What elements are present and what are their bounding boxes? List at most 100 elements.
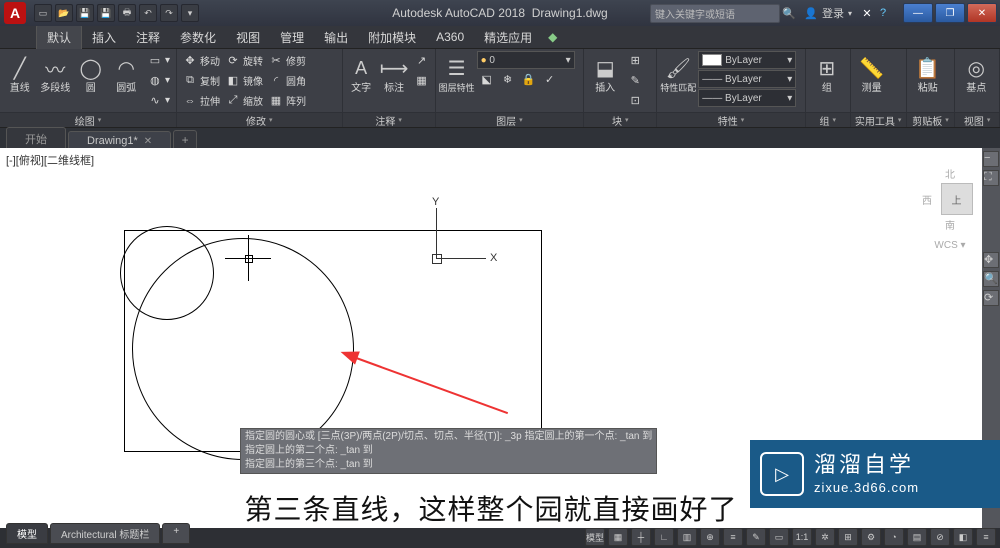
- polyline-button[interactable]: 〰多段线: [38, 51, 71, 94]
- measure-button[interactable]: 📏测量: [854, 51, 890, 94]
- nav-orbit-icon[interactable]: ⟳: [983, 290, 999, 306]
- help-icon[interactable]: ?: [876, 6, 890, 20]
- status-osnap-icon[interactable]: ⊕: [700, 528, 720, 546]
- circle-button[interactable]: ◯圆: [74, 51, 107, 94]
- scale-button[interactable]: ⤢缩放: [223, 91, 266, 110]
- move-button[interactable]: ✥移动: [180, 51, 223, 70]
- attr-block-button[interactable]: ⊡: [625, 91, 645, 110]
- fillet-button[interactable]: ◜圆角: [266, 71, 309, 90]
- tab-output[interactable]: 输出: [314, 26, 358, 49]
- tab-a360[interactable]: A360: [426, 27, 474, 47]
- layout-tab-arch[interactable]: Architectural 标题栏: [50, 523, 160, 544]
- insert-block-button[interactable]: ⬓插入: [587, 51, 623, 94]
- status-gear-icon[interactable]: ⚙: [861, 528, 881, 546]
- new-tab-button[interactable]: +: [173, 130, 197, 150]
- text-button[interactable]: A文字: [346, 51, 377, 94]
- tab-view[interactable]: 视图: [226, 26, 270, 49]
- stretch-button[interactable]: ⇔拉伸: [180, 91, 223, 110]
- nav-full-icon[interactable]: ⛶: [983, 170, 999, 186]
- copy-button[interactable]: ⧉复制: [180, 71, 223, 90]
- status-ws-icon[interactable]: ⊞: [838, 528, 858, 546]
- status-model[interactable]: 模型: [585, 528, 605, 546]
- help-search-input[interactable]: 键入关键字或短语: [650, 4, 780, 23]
- create-block-button[interactable]: ⊞: [625, 51, 645, 70]
- status-clean-icon[interactable]: ◧: [953, 528, 973, 546]
- panel-title-group[interactable]: 组: [806, 112, 850, 127]
- saveas-icon[interactable]: 💾: [97, 4, 115, 22]
- navcube-top[interactable]: 上: [941, 183, 973, 215]
- panel-title-block[interactable]: 块: [584, 112, 656, 127]
- status-lwt-icon[interactable]: ▭: [769, 528, 789, 546]
- edit-block-button[interactable]: ✎: [625, 71, 645, 90]
- status-custom-icon[interactable]: ≡: [976, 528, 996, 546]
- panel-title-layers[interactable]: 图层: [436, 112, 584, 127]
- status-dyn-icon[interactable]: ✎: [746, 528, 766, 546]
- status-otrack-icon[interactable]: ≡: [723, 528, 743, 546]
- rect-button[interactable]: ▭▾: [145, 51, 173, 70]
- qat-more-icon[interactable]: ▾: [181, 4, 199, 22]
- mirror-button[interactable]: ◧镜像: [223, 71, 266, 90]
- paste-button[interactable]: 📋粘贴: [910, 51, 946, 94]
- layer-tool1[interactable]: ⬕: [477, 70, 497, 89]
- search-icon[interactable]: 🔍: [782, 6, 796, 20]
- minimize-button[interactable]: —: [903, 3, 933, 23]
- panel-title-draw[interactable]: 绘图: [0, 112, 176, 127]
- array-button[interactable]: ▦阵列: [266, 91, 309, 110]
- panel-title-props[interactable]: 特性: [657, 112, 805, 127]
- tab-annotate[interactable]: 注释: [126, 26, 170, 49]
- close-button[interactable]: ✕: [967, 3, 997, 23]
- view-cube[interactable]: 北 西 上 南 WCS ▾: [922, 166, 978, 251]
- hatch-button[interactable]: ◍▾: [145, 71, 173, 90]
- linetype-dropdown[interactable]: —— ByLayer▾: [698, 89, 796, 107]
- trim-button[interactable]: ✂修剪: [266, 51, 309, 70]
- plot-icon[interactable]: 🖶: [118, 4, 136, 22]
- arc-button[interactable]: ◠圆弧: [109, 51, 142, 94]
- panel-title-util[interactable]: 实用工具: [851, 112, 906, 127]
- layer-props-button[interactable]: ☰图层特性: [439, 51, 475, 94]
- layer-tool3[interactable]: 🔒: [519, 70, 539, 89]
- tab-addins[interactable]: 附加模块: [358, 26, 426, 49]
- line-button[interactable]: ╱直线: [3, 51, 36, 94]
- close-tab-icon[interactable]: ✕: [144, 136, 152, 147]
- new-icon[interactable]: ▭: [34, 4, 52, 22]
- nav-pan-icon[interactable]: ✥: [983, 252, 999, 268]
- group-button[interactable]: ⊞组: [809, 51, 845, 94]
- tab-extra-icon[interactable]: ◆: [542, 27, 563, 47]
- open-icon[interactable]: 📂: [55, 4, 73, 22]
- status-polar-icon[interactable]: ▥: [677, 528, 697, 546]
- status-grid-icon[interactable]: ▦: [608, 528, 628, 546]
- maximize-button[interactable]: ❐: [935, 3, 965, 23]
- panel-title-clip[interactable]: 剪贴板: [907, 112, 955, 127]
- match-props-button[interactable]: 🖌特性匹配: [660, 51, 696, 94]
- model-tab[interactable]: 模型: [6, 523, 48, 544]
- layer-tool4[interactable]: ✓: [540, 70, 560, 89]
- panel-title-view[interactable]: 视图: [955, 112, 999, 127]
- table-button[interactable]: ▦: [412, 71, 432, 90]
- basepoint-button[interactable]: ◎基点: [958, 51, 994, 94]
- status-ortho-icon[interactable]: ∟: [654, 528, 674, 546]
- leader-button[interactable]: ↗: [412, 51, 432, 70]
- dimension-button[interactable]: ⟼标注: [379, 51, 410, 94]
- tab-manage[interactable]: 管理: [270, 26, 314, 49]
- status-iso-icon[interactable]: ◔: [884, 528, 904, 546]
- wcs-dropdown[interactable]: WCS ▾: [922, 240, 978, 251]
- panel-title-modify[interactable]: 修改: [177, 112, 342, 127]
- nav-zoom-icon[interactable]: 🔍: [983, 271, 999, 287]
- app-menu-button[interactable]: A: [4, 2, 26, 24]
- panel-title-annot[interactable]: 注释: [343, 112, 435, 127]
- status-qp-icon[interactable]: ▤: [907, 528, 927, 546]
- tab-featured[interactable]: 精选应用: [474, 26, 542, 49]
- exchange-icon[interactable]: ✕: [860, 6, 874, 20]
- spline-button[interactable]: ∿▾: [145, 91, 173, 110]
- redo-icon[interactable]: ↷: [160, 4, 178, 22]
- status-scale[interactable]: 1:1: [792, 528, 812, 546]
- layer-dropdown[interactable]: ● 0▾: [477, 51, 575, 69]
- status-snap-icon[interactable]: ┼: [631, 528, 651, 546]
- color-dropdown[interactable]: ByLayer▾: [698, 51, 796, 69]
- layer-tool2[interactable]: ❄: [498, 70, 518, 89]
- rotate-button[interactable]: ⟳旋转: [223, 51, 266, 70]
- tab-insert[interactable]: 插入: [82, 26, 126, 49]
- tab-default[interactable]: 默认: [36, 25, 82, 49]
- undo-icon[interactable]: ↶: [139, 4, 157, 22]
- tab-parametric[interactable]: 参数化: [170, 26, 226, 49]
